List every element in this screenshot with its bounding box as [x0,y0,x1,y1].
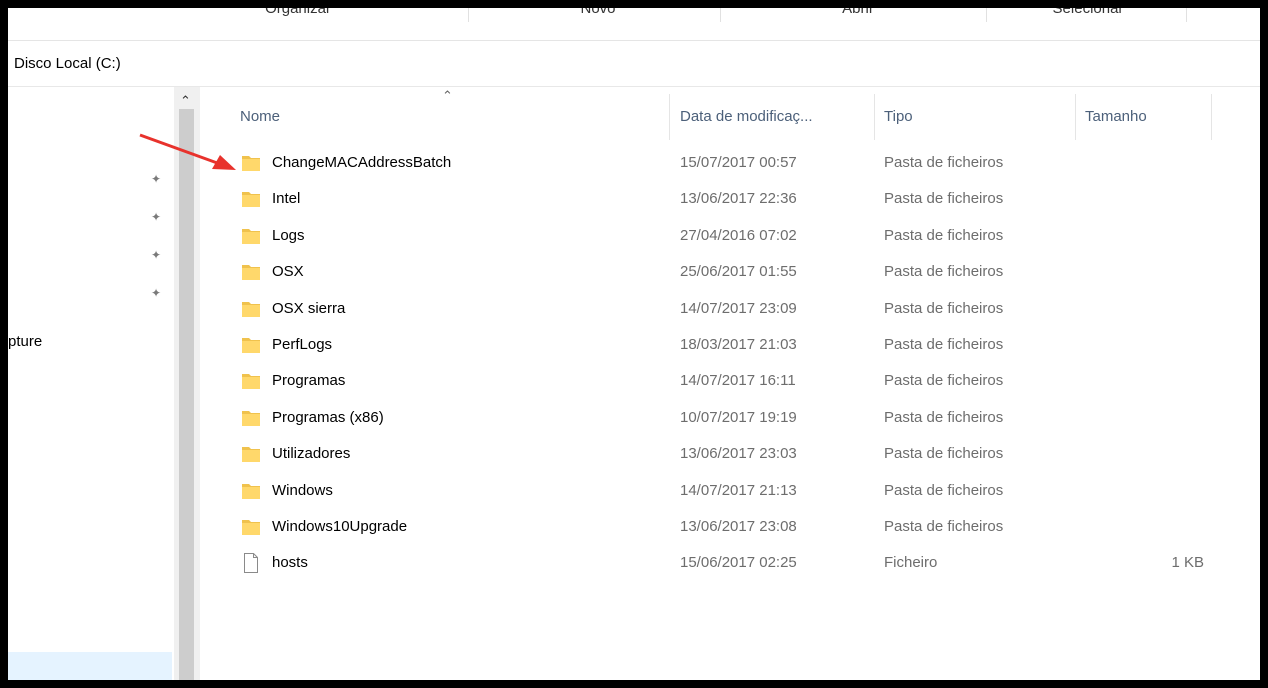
folder-icon [241,335,261,355]
file-date-modified: 25/06/2017 01:55 [680,263,797,281]
pin-icon[interactable]: ✦ [151,211,163,223]
folder-icon [241,481,261,501]
nav-item-partial[interactable]: pture [8,333,42,350]
file-date-modified: 10/07/2017 19:19 [680,408,797,426]
file-size: 1 KB [1171,554,1204,572]
ribbon-group-abrir: Abrir [842,8,874,17]
file-list-row[interactable]: Windows10Upgrade 13/06/2017 23:08 Pasta de… [234,509,1234,545]
folder-icon [241,226,261,246]
file-list-row[interactable]: Intel 13/06/2017 22:36 Pasta de ficheiros [234,181,1234,217]
file-icon [241,553,261,574]
file-name: PerfLogs [272,336,333,353]
folder-icon [241,153,261,173]
column-separator[interactable] [874,94,875,140]
file-name: Utilizadores [272,445,351,463]
folder-icon [241,189,261,209]
scroll-up-icon[interactable]: ⌃ [180,93,191,109]
column-header-size[interactable]: Tamanho [1085,108,1147,125]
file-date-modified: 13/06/2017 23:03 [680,445,797,463]
file-date-modified: 15/07/2017 00:57 [680,154,797,171]
file-type: Pasta de ficheiros [884,518,1004,535]
ribbon-group-novo: Novo [580,8,616,17]
file-list-row[interactable]: PerfLogs 18/03/2017 21:03 Pasta de ficheir… [234,327,1234,363]
file-type: Pasta de ficheiros [884,372,1004,390]
file-type: Pasta de ficheiros [884,445,1004,463]
folder-icon [241,517,261,537]
column-separator[interactable] [669,94,670,140]
file-list-row[interactable]: OSX 25/06/2017 01:55 Pasta de ficheiros [234,254,1234,290]
folder-icon [241,444,261,464]
file-date-modified: 15/06/2017 02:25 [680,554,797,572]
file-date-modified: 14/07/2017 23:09 [680,299,797,317]
ribbon-separator [720,8,721,22]
file-name: Windows10Upgrade [272,518,408,535]
nav-selected-item[interactable] [8,652,172,680]
navigation-pane: ✦ ✦ ✦ ✦ pture ⌃ [8,87,200,680]
file-list-row[interactable]: hosts 15/06/2017 02:25 Ficheiro 1 KB [234,545,1234,581]
file-explorer-window: Organizar Novo Abrir Selecionar Disco Lo… [8,8,1260,680]
file-name: ChangeMACAddressBatch [272,154,452,171]
file-type: Pasta de ficheiros [884,481,1004,499]
file-name: Windows [272,481,333,499]
column-header-date[interactable]: Data de modificaç... [680,108,813,125]
file-list-row[interactable]: ChangeMACAddressBatch 15/07/2017 00:57 Pas… [234,145,1234,181]
file-name: Logs [272,226,305,244]
file-list-row[interactable]: Logs 27/04/2016 07:02 Pasta de ficheiros [234,218,1234,254]
folder-icon [241,371,261,391]
file-list-row[interactable]: Utilizadores 13/06/2017 23:03 Pasta de fic… [234,436,1234,472]
arrow-shaft [139,133,221,166]
ribbon-separator [468,8,469,22]
pin-icon[interactable]: ✦ [151,287,163,299]
file-name: Programas [272,372,346,390]
column-separator[interactable] [1075,94,1076,140]
file-type: Pasta de ficheiros [884,299,1004,317]
ribbon-group-labels: Organizar Novo Abrir Selecionar [8,8,1260,24]
scrollbar-thumb[interactable] [179,109,194,680]
file-type: Pasta de ficheiros [884,408,1004,426]
file-name: OSX [272,263,304,281]
pin-icon[interactable]: ✦ [151,249,163,261]
pin-icon[interactable]: ✦ [151,173,163,185]
file-date-modified: 27/04/2016 07:02 [680,226,797,244]
file-type: Ficheiro [884,554,938,572]
file-list-row[interactable]: Windows 14/07/2017 21:13 Pasta de ficheiro… [234,473,1234,509]
file-date-modified: 14/07/2017 16:11 [680,372,796,390]
nav-scrollbar[interactable]: ⌃ [174,87,200,680]
file-date-modified: 13/06/2017 23:08 [680,518,797,535]
file-date-modified: 13/06/2017 22:36 [680,190,797,208]
file-type: Pasta de ficheiros [884,263,1004,281]
file-name: hosts [272,554,308,572]
file-name: Programas (x86) [272,408,384,426]
ribbon-separator [986,8,987,22]
file-type: Pasta de ficheiros [884,154,1004,171]
file-date-modified: 14/07/2017 21:13 [680,481,797,499]
address-bar-path[interactable]: Disco Local (C:) [14,55,121,72]
ribbon-divider [8,40,1260,41]
file-list-row[interactable]: Programas 14/07/2017 16:11 Pasta de fichei… [234,363,1234,399]
file-type: Pasta de ficheiros [884,190,1004,208]
column-separator[interactable] [1211,94,1212,140]
ribbon-group-organizar: Organizar [265,8,331,17]
file-type: Pasta de ficheiros [884,226,1004,244]
column-header-type[interactable]: Tipo [884,108,913,125]
column-header-name[interactable]: Nome [240,108,280,125]
file-name: Intel [272,190,301,208]
folder-icon [241,299,261,319]
red-arrow-annotation [139,133,236,170]
folder-icon [241,408,261,428]
file-date-modified: 18/03/2017 21:03 [680,336,797,353]
sort-ascending-icon: ⌃ [442,88,453,103]
ribbon-group-selecionar: Selecionar [1052,8,1124,17]
file-name: OSX sierra [272,299,346,317]
file-list-row[interactable]: Programas (x86) 10/07/2017 19:19 Pasta de … [234,400,1234,436]
file-type: Pasta de ficheiros [884,336,1004,353]
folder-icon [241,262,261,282]
file-list-row[interactable]: OSX sierra 14/07/2017 23:09 Pasta de fiche… [234,291,1234,327]
ribbon-separator [1186,8,1187,22]
